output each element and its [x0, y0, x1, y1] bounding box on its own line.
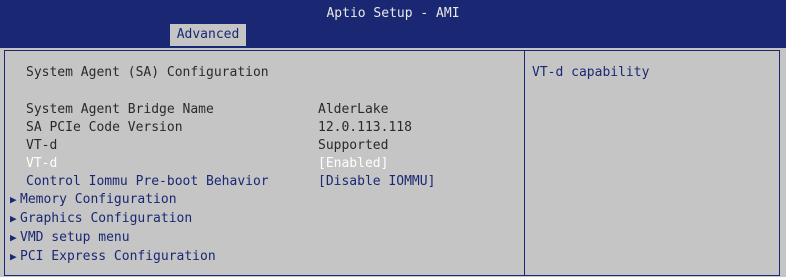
submenu-label: Graphics Configuration — [20, 211, 193, 226]
panel-divider — [524, 50, 525, 276]
setting-value: AlderLake — [318, 102, 389, 117]
submenu-pci-express-configuration[interactable]: ▶ PCI Express Configuration — [10, 248, 216, 266]
right-triangle-icon: ▶ — [10, 231, 17, 244]
submenu-vmd-setup[interactable]: ▶ VMD setup menu — [10, 229, 130, 247]
setting-value: Supported — [318, 138, 389, 153]
vtd-option-value[interactable]: [Enabled] — [318, 155, 388, 173]
setting-label: SA PCIe Code Version — [26, 120, 183, 135]
setting-label: VT-d — [26, 156, 58, 171]
app-title: Aptio Setup - AMI — [326, 6, 460, 21]
submenu-graphics-configuration[interactable]: ▶ Graphics Configuration — [10, 210, 192, 228]
iommu-option-value[interactable]: [Disable IOMMU] — [318, 173, 435, 191]
submenu-memory-configuration[interactable]: ▶ Memory Configuration — [10, 191, 177, 209]
right-triangle-icon: ▶ — [10, 193, 17, 206]
setting-label: VT-d — [26, 138, 58, 153]
setting-row-bridge-name: System Agent Bridge Name AlderLake — [26, 101, 388, 119]
submenu-label: VMD setup menu — [20, 230, 130, 245]
section-title: System Agent (SA) Configuration — [26, 65, 269, 80]
right-triangle-icon: ▶ — [10, 212, 17, 225]
setting-value: 12.0.113.118 — [318, 120, 412, 135]
right-triangle-icon: ▶ — [10, 250, 17, 263]
submenu-label: Memory Configuration — [20, 192, 177, 207]
setting-row-pcie-code-version: SA PCIe Code Version 12.0.113.118 — [26, 119, 412, 137]
submenu-label: PCI Express Configuration — [20, 249, 216, 264]
setting-label: Control Iommu Pre-boot Behavior — [26, 174, 269, 189]
setting-label: System Agent Bridge Name — [26, 102, 214, 117]
setting-row-vtd[interactable]: VT-d [Enabled] — [26, 155, 388, 173]
help-text: VT-d capability — [532, 65, 650, 80]
setting-row-iommu-preboot[interactable]: Control Iommu Pre-boot Behavior [Disable… — [26, 173, 435, 191]
setting-row-vtd-support: VT-d Supported — [26, 137, 388, 155]
tab-advanced[interactable]: Advanced — [170, 24, 246, 46]
title-bar: Aptio Setup - AMI Advanced — [0, 0, 786, 48]
